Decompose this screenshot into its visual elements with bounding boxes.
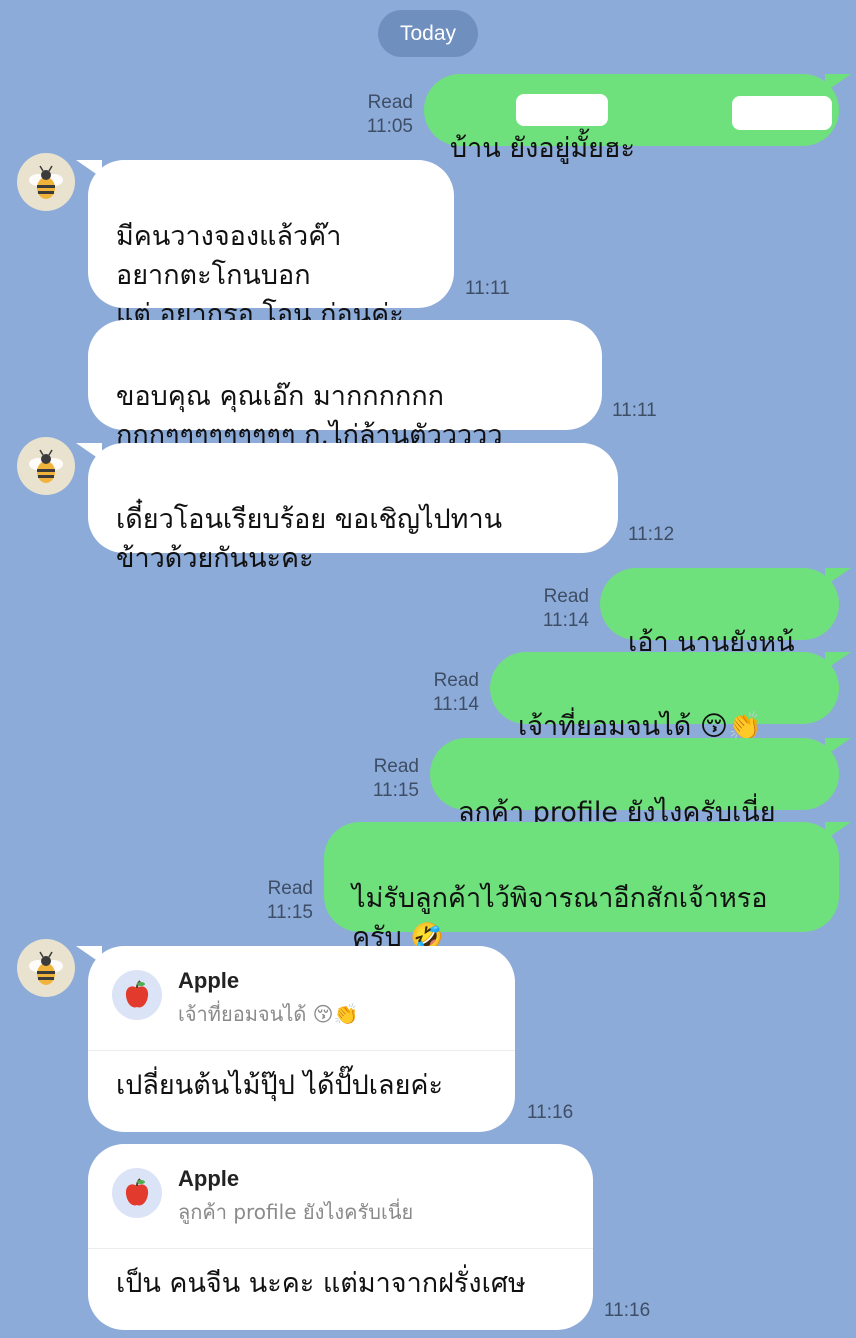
message-text: บ้าน ยังอยู่มั้ยฮะ	[450, 133, 635, 164]
message-time: 11:16	[604, 1300, 651, 1321]
incoming-reply-message[interactable]: Apple ลูกค้า profile ยังไงครับเนี่ย เป็น…	[88, 1144, 593, 1330]
incoming-reply-message[interactable]: Apple เจ้าที่ยอมจนได้ 😚👏 เปลี่ยนต้นไม้ปุ…	[76, 946, 515, 1132]
message-meta: Read 11:05	[367, 91, 413, 139]
message-time: 11:14	[432, 694, 479, 715]
apple-icon	[112, 1168, 162, 1218]
outgoing-message[interactable]: ลูกค้า profile ยังไงครับเนี่ย	[430, 738, 851, 828]
redaction-mark	[732, 96, 832, 130]
read-status: Read	[373, 756, 419, 777]
read-status: Read	[433, 670, 479, 691]
message-time: 11:05	[366, 116, 413, 137]
message-time: 11:14	[542, 610, 589, 631]
message-time: 11:11	[465, 278, 510, 299]
bee-avatar-icon[interactable]	[17, 939, 75, 997]
incoming-message[interactable]: ขอบคุณ คุณเอ๊ก มากกกกกก กกกๆๆๆๆๆๆๆๆๆ ก.ไ…	[88, 320, 602, 451]
apple-icon	[112, 970, 162, 1020]
reply-quote-text: ลูกค้า profile ยังไงครับเนี่ย	[178, 1200, 414, 1224]
reply-quote-text: เจ้าที่ยอมจนได้ 😚👏	[178, 1002, 359, 1026]
incoming-message[interactable]: มีคนวางจองแล้วค๊า อยากตะโกนบอก แต่ อยากร…	[76, 160, 454, 330]
message-time: 11:12	[628, 524, 675, 545]
message-time: 11:15	[372, 780, 419, 801]
message-text: ไม่รับลูกค้าไว้พิจารณาอีกสักเจ้าหรอ ครับ…	[352, 883, 768, 953]
reply-quote-block[interactable]: Apple ลูกค้า profile ยังไงครับเนี่ย	[88, 1144, 593, 1249]
message-meta: Read 11:14	[543, 585, 589, 633]
message-meta: Read 11:15	[267, 877, 313, 925]
reply-quote-block[interactable]: Apple เจ้าที่ยอมจนได้ 😚👏	[88, 946, 515, 1051]
reply-author: Apple	[178, 968, 240, 993]
message-text: เป็น คนจีน นะคะ แต่มาจากฝรั่งเศษ	[116, 1268, 526, 1299]
message-time: 11:11	[612, 400, 657, 421]
message-text: เปลี่ยนต้นไม้ปุ๊ป ได้ปั๊ปเลยค่ะ	[116, 1070, 443, 1101]
read-status: Read	[543, 586, 589, 607]
message-meta: Read 11:15	[373, 755, 419, 803]
message-text: ขอบคุณ คุณเอ๊ก มากกกกกก กกกๆๆๆๆๆๆๆๆๆ ก.ไ…	[116, 381, 503, 451]
bee-avatar-icon[interactable]	[17, 153, 75, 211]
outgoing-message[interactable]: เอ้า นานยังหน้	[600, 568, 851, 658]
message-time: 11:16	[527, 1102, 574, 1123]
read-status: Read	[367, 92, 413, 113]
outgoing-message[interactable]: บ้าน ยังอยู่มั้ยฮะ	[424, 74, 851, 164]
redaction-mark	[516, 94, 608, 126]
date-separator: Today	[378, 10, 478, 57]
outgoing-message[interactable]: ไม่รับลูกค้าไว้พิจารณาอีกสักเจ้าหรอ ครับ…	[324, 822, 851, 953]
outgoing-message[interactable]: เจ้าที่ยอมจนได้ 😚👏	[490, 652, 851, 742]
message-text: มีคนวางจองแล้วค๊า อยากตะโกนบอก แต่ อยากร…	[116, 221, 404, 330]
bee-avatar-icon[interactable]	[17, 437, 75, 495]
incoming-message[interactable]: เดี๋ยวโอนเรียบร้อย ขอเชิญไปทาน ข้าวด้วยก…	[76, 443, 618, 574]
message-text: เดี๋ยวโอนเรียบร้อย ขอเชิญไปทาน ข้าวด้วยก…	[116, 504, 503, 574]
read-status: Read	[267, 878, 313, 899]
message-meta: Read 11:14	[433, 669, 479, 717]
message-time: 11:15	[266, 902, 313, 923]
reply-author: Apple	[178, 1166, 240, 1191]
